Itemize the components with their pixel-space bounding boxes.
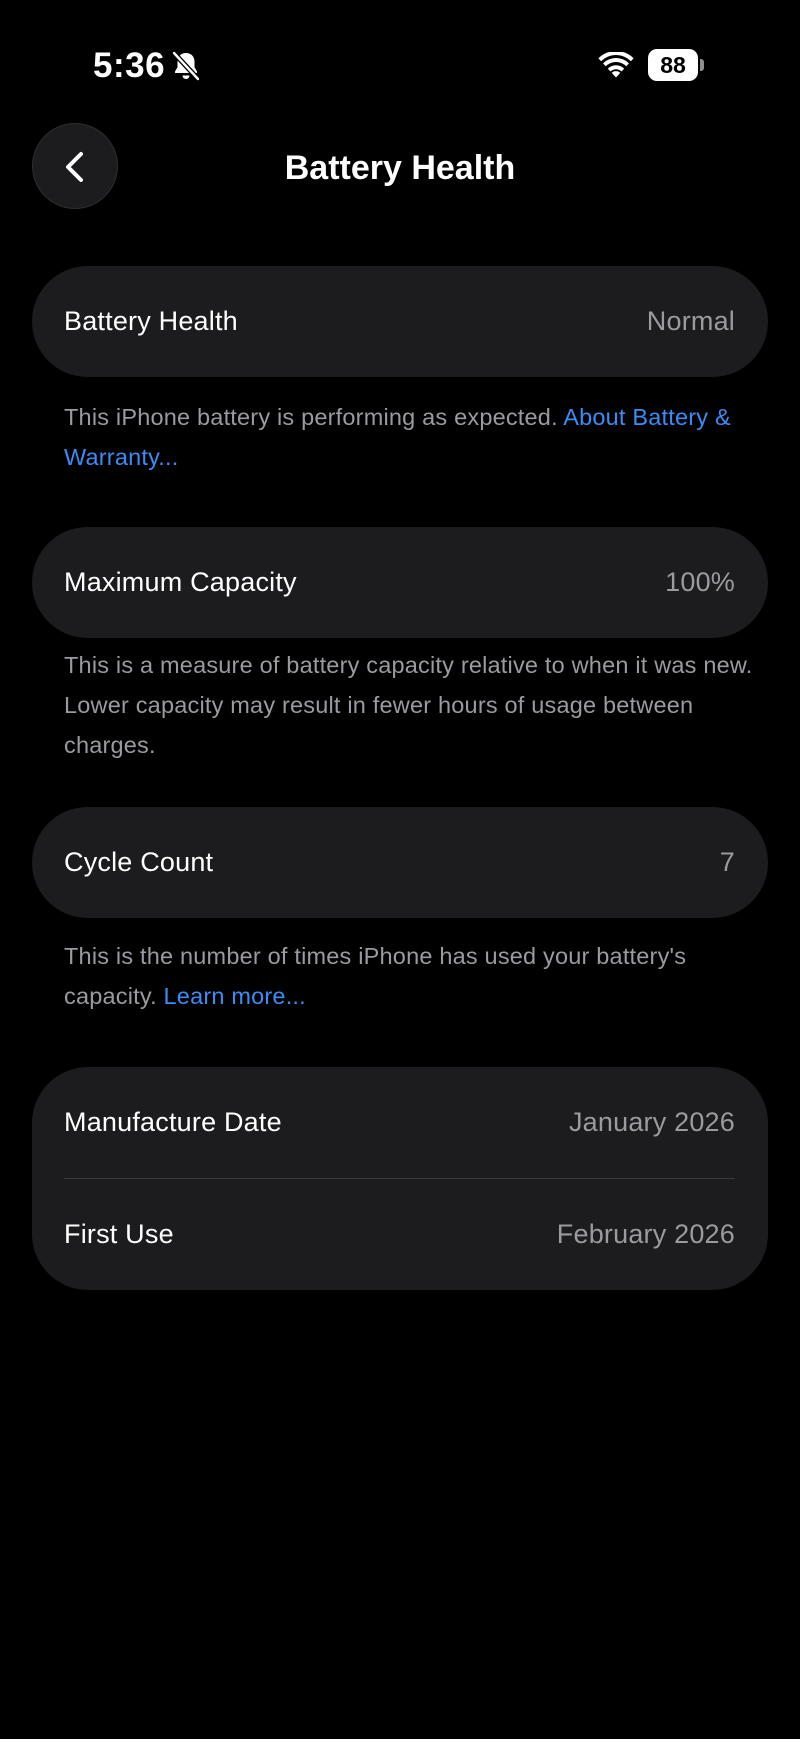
bell-slash-icon — [171, 50, 201, 82]
cycle-count-footnote: This is the number of times iPhone has u… — [64, 936, 754, 1016]
cycle-count-row: Cycle Count 7 — [32, 807, 768, 918]
maximum-capacity-row: Maximum Capacity 100% — [32, 527, 768, 638]
status-bar: 5:36 88 — [0, 0, 800, 130]
battery-cap — [700, 59, 704, 71]
battery-health-value: Normal — [646, 306, 735, 336]
first-use-label: First Use — [64, 1219, 174, 1249]
manufacture-date-row: Manufacture Date January 2026 — [32, 1067, 768, 1178]
battery-health-footnote: This iPhone battery is performing as exp… — [64, 397, 754, 477]
cycle-count-footnote-text: This is the number of times iPhone has u… — [64, 943, 687, 1009]
battery-health-footnote-text: This iPhone battery is performing as exp… — [64, 404, 564, 430]
maximum-capacity-label: Maximum Capacity — [64, 567, 297, 597]
manufacture-date-label: Manufacture Date — [64, 1107, 282, 1137]
cycle-count-card: Cycle Count 7 — [32, 807, 768, 918]
maximum-capacity-value: 100% — [665, 567, 735, 597]
battery-level: 88 — [648, 49, 698, 81]
maximum-capacity-card: Maximum Capacity 100% — [32, 527, 768, 638]
wifi-icon — [598, 52, 634, 78]
learn-more-link[interactable]: Learn more... — [164, 983, 306, 1009]
dates-card: Manufacture Date January 2026 First Use … — [32, 1067, 768, 1290]
maximum-capacity-footnote: This is a measure of battery capacity re… — [64, 652, 753, 758]
manufacture-date-value: January 2026 — [568, 1107, 735, 1137]
first-use-value: February 2026 — [556, 1219, 735, 1249]
first-use-row: First Use February 2026 — [32, 1179, 768, 1290]
cycle-count-value: 7 — [719, 847, 735, 877]
battery-health-card: Battery Health Normal — [32, 266, 768, 377]
battery-health-label: Battery Health — [64, 306, 238, 336]
battery-health-row: Battery Health Normal — [32, 266, 768, 377]
page-title: Battery Health — [284, 149, 516, 187]
status-time: 5:36 — [93, 46, 166, 85]
cycle-count-label: Cycle Count — [64, 847, 214, 877]
battery-icon: 88 — [648, 49, 704, 81]
